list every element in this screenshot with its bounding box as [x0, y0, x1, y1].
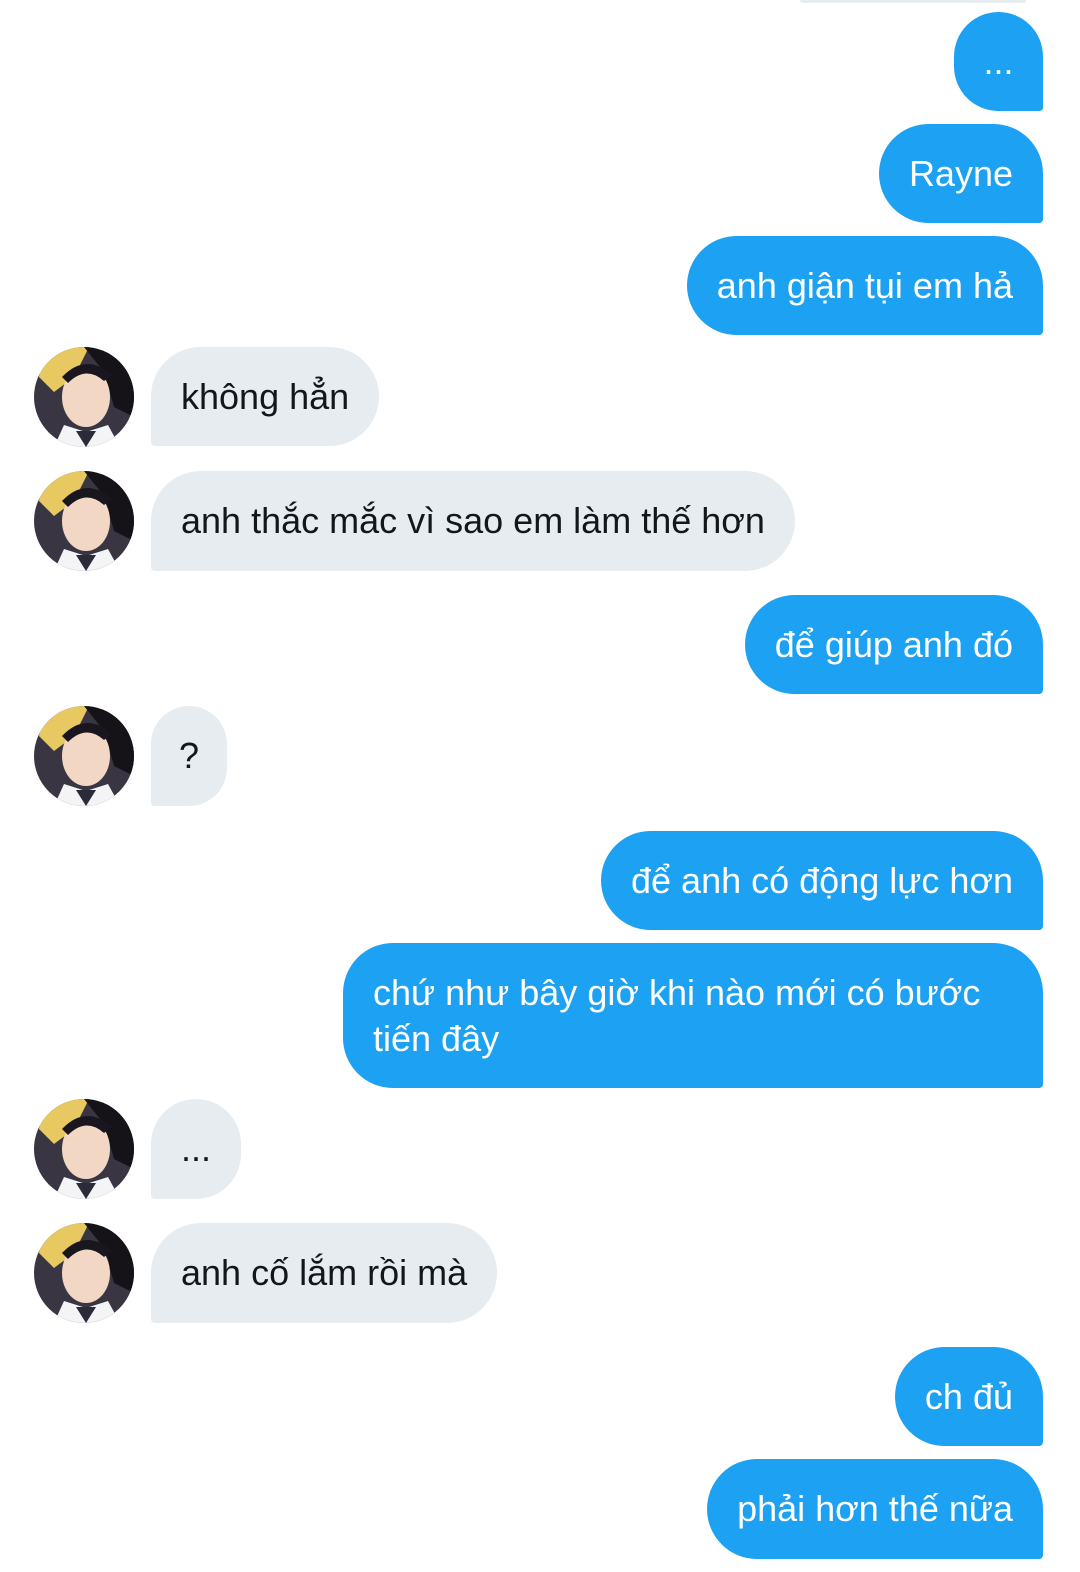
outgoing-message[interactable]: ch đủ	[894, 1347, 1043, 1446]
avatar[interactable]	[34, 1099, 134, 1199]
avatar-image	[34, 1223, 134, 1323]
incoming-message[interactable]: ...	[151, 1099, 241, 1199]
incoming-message[interactable]: anh thắc mắc vì sao em làm thế hơn	[151, 471, 795, 571]
avatar[interactable]	[34, 471, 134, 571]
outgoing-message[interactable]: anh giận tụi em hả	[686, 236, 1043, 335]
avatar[interactable]	[34, 706, 134, 806]
outgoing-message[interactable]: ...	[954, 12, 1043, 111]
avatar-image	[34, 471, 134, 571]
avatar-image	[34, 706, 134, 806]
outgoing-message[interactable]: để giúp anh đó	[744, 595, 1043, 694]
incoming-message[interactable]: không hẳn	[151, 347, 380, 446]
previous-message-edge	[800, 0, 1026, 3]
incoming-message[interactable]: ?	[151, 706, 227, 806]
outgoing-message[interactable]: Rayne	[878, 124, 1043, 223]
avatar-image	[34, 1099, 134, 1199]
outgoing-message[interactable]: để anh có động lực hơn	[601, 831, 1043, 930]
avatar[interactable]	[34, 347, 134, 447]
avatar[interactable]	[34, 1223, 134, 1323]
incoming-message[interactable]: anh cố lắm rồi mà	[151, 1223, 498, 1323]
outgoing-message[interactable]: chứ như bây giờ khi nào mới có bước tiến…	[343, 943, 1043, 1088]
avatar-image	[34, 347, 134, 447]
outgoing-message[interactable]: phải hơn thế nữa	[707, 1459, 1043, 1559]
